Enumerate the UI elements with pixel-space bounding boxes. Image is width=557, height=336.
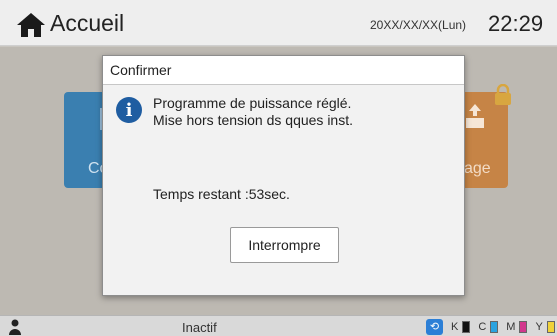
eco-icon[interactable]: ⟲	[426, 318, 443, 335]
toner-levels[interactable]: ⟲ K C M Y	[426, 318, 555, 335]
machine-status: Inactif	[182, 320, 217, 335]
confirm-dialog: Confirmer i Programme de puissance réglé…	[102, 55, 465, 296]
lock-icon	[495, 84, 511, 105]
toner-label-m: M	[506, 320, 516, 333]
home-icon[interactable]	[16, 12, 46, 38]
date-display: 20XX/XX/XX(Lun)	[370, 18, 467, 32]
toner-swatch-c	[490, 320, 499, 333]
toner-label-c: C	[478, 320, 487, 333]
user-icon[interactable]	[8, 319, 22, 335]
remaining-time: Temps restant :53sec.	[153, 186, 290, 202]
dialog-message-line1: Programme de puissance réglé.	[153, 95, 352, 111]
upload-icon	[466, 104, 484, 128]
dialog-message-line2: Mise hors tension ds qques inst.	[153, 112, 353, 128]
toner-swatch-y	[546, 320, 555, 333]
page-title: Accueil	[50, 10, 125, 36]
toner-swatch-k	[462, 320, 471, 333]
toner-label-k: K	[451, 320, 459, 333]
printer-screen: Accueil 20XX/XX/XX(Lun) 22:29 Co age Ina…	[0, 0, 557, 336]
toner-swatch-m	[519, 320, 528, 333]
time-display: 22:29	[488, 11, 544, 36]
info-icon: i	[116, 97, 142, 123]
dialog-title: Confirmer	[110, 62, 172, 78]
storage-tile-label: age	[464, 160, 491, 177]
dialog-header: Confirmer	[103, 56, 464, 85]
toner-label-y: Y	[535, 320, 543, 333]
top-bar: Accueil 20XX/XX/XX(Lun) 22:29	[0, 0, 557, 46]
status-bar: Inactif ⟲ K C M Y	[0, 315, 557, 336]
interrupt-button[interactable]: Interrompre	[230, 227, 339, 263]
dialog-message: Programme de puissance réglé. Mise hors …	[153, 95, 353, 129]
storage-tile: age	[464, 92, 508, 188]
